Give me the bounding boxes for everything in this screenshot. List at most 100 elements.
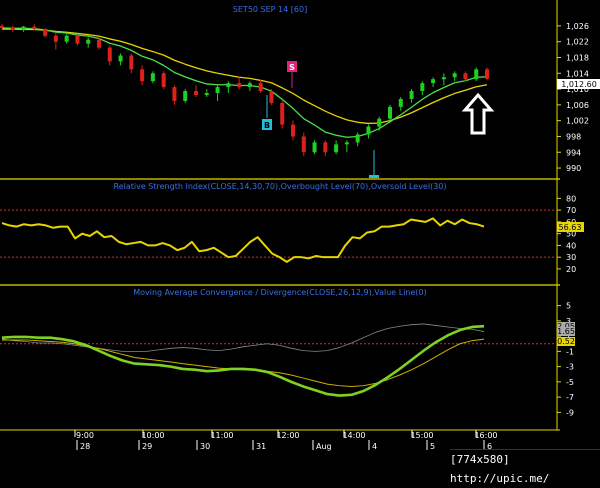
macd-tick-label: -3 (566, 363, 574, 372)
rsi-title: Relative Strength Index(CLOSE,14,30,70),… (114, 182, 447, 191)
macd-histogram-line (1, 323, 485, 352)
date-label: 31 (256, 442, 266, 451)
stock-chart[interactable]: SET50 SEP 14 [60] 1,026 1,022 1,018 1,014 1,… (0, 0, 600, 468)
macd-tick-label: -5 (566, 378, 574, 387)
ma-slow-line (2, 28, 488, 125)
candle-body (366, 126, 371, 135)
candle-body (312, 142, 317, 153)
last-price-label: 1,012.60 (561, 80, 597, 89)
macd-tick-label: -7 (566, 393, 574, 402)
rsi-tick-label: 40 (566, 241, 576, 250)
candle-body (86, 39, 91, 44)
macd-panel[interactable]: Moving Average Convergence / Divergence(… (0, 288, 575, 417)
date-label: 28 (80, 442, 90, 451)
time-label: 12:00 (276, 431, 299, 440)
candle-body (441, 77, 446, 80)
candle-body (452, 73, 457, 78)
candle-body (161, 73, 166, 88)
candle-body (420, 83, 425, 92)
rsi-value-label: 56.63 (559, 223, 582, 232)
candle-body (474, 69, 479, 80)
candle-body (280, 102, 285, 125)
price-tick-label: 994 (566, 148, 581, 157)
candle-body (398, 98, 403, 107)
candle-body (226, 83, 231, 88)
macd-value-label-1: 1.65 (557, 327, 575, 336)
rsi-tick-label: 70 (566, 206, 576, 215)
time-label: 10:00 (141, 431, 164, 440)
rsi-tick-label: 30 (566, 253, 576, 262)
price-tick-label: 990 (566, 164, 581, 173)
low-marker (369, 150, 379, 178)
macd-tick-label: -9 (566, 408, 574, 417)
candle-body (129, 55, 134, 70)
candle-body (32, 26, 37, 30)
rsi-tick-label: 20 (566, 265, 576, 274)
macd-tick-label: 5 (566, 302, 571, 311)
candle-body (344, 142, 349, 145)
price-tick-label: 1,006 (566, 101, 589, 110)
candle-body (97, 39, 101, 48)
rsi-panel[interactable]: Relative Strength Index(CLOSE,14,30,70),… (0, 182, 584, 286)
candle-body (204, 93, 209, 95)
candle-body (215, 87, 220, 94)
time-label: 14:00 (342, 431, 365, 440)
footer-credit: [774x580] http://upic.me/ (450, 449, 600, 485)
candle-body (269, 91, 274, 103)
date-label: 5 (430, 442, 435, 451)
time-label: 9:00 (76, 431, 94, 440)
candle-body (53, 35, 58, 42)
sell-marker-label: S (289, 63, 295, 72)
macd-title: Moving Average Convergence / Divergence(… (133, 288, 427, 297)
price-tick-label: 998 (566, 132, 581, 141)
price-tick-label: 1,026 (566, 22, 589, 31)
candle-body (75, 35, 80, 44)
candle-body (118, 55, 123, 62)
macd-tick-label: -1 (566, 347, 574, 356)
candle-body (301, 136, 306, 153)
candle-body (21, 26, 26, 30)
ma-fast-line (1, 27, 488, 138)
candle-body (183, 91, 188, 101)
candle-body (43, 29, 48, 36)
candle-body (355, 134, 360, 143)
price-panel[interactable]: SET50 SEP 14 [60] 1,026 1,022 1,018 1,014 1,… (0, 0, 600, 430)
date-label: 29 (142, 442, 152, 451)
buy-marker-label: B (264, 121, 270, 130)
candle-body (388, 106, 392, 119)
time-label: 16:00 (474, 431, 497, 440)
price-tick-label: 1,002 (566, 117, 589, 126)
up-arrow-icon (461, 92, 495, 135)
candle-body (247, 83, 252, 88)
candle-body (64, 35, 69, 42)
candle-body (140, 69, 145, 82)
macd-main-line (1, 324, 485, 397)
candle-body (150, 73, 155, 82)
candle-body (258, 83, 263, 92)
macd-value-label-2: 0.52 (557, 337, 575, 346)
price-tick-label: 1,022 (566, 38, 589, 47)
candle-body (485, 69, 489, 79)
candle-body (237, 83, 242, 88)
candle-body (377, 118, 382, 127)
candle-body (107, 47, 112, 62)
candle-body (172, 87, 177, 101)
candle-body (10, 27, 15, 30)
candle-body (0, 25, 4, 28)
date-label: 30 (200, 442, 210, 451)
rsi-line (1, 217, 485, 263)
chart-title: SET50 SEP 14 [60] (233, 5, 307, 14)
candle-body (323, 142, 328, 153)
time-axis[interactable]: 9:00 10:00 11:00 12:00 14:00 15:00 16:00 28 29 30… (0, 429, 560, 451)
macd-signal-line (2, 338, 485, 387)
candle-body (334, 144, 339, 153)
price-tick-label: 1,018 (566, 53, 589, 62)
sell-marker[interactable]: S (287, 61, 297, 88)
time-label: 15:00 (410, 431, 433, 440)
candle-body (194, 91, 198, 95)
candle-body (431, 79, 436, 84)
candle-body (463, 73, 468, 80)
time-label: 11:00 (210, 431, 233, 440)
date-label: Aug (316, 442, 332, 451)
candle-body (291, 124, 295, 137)
